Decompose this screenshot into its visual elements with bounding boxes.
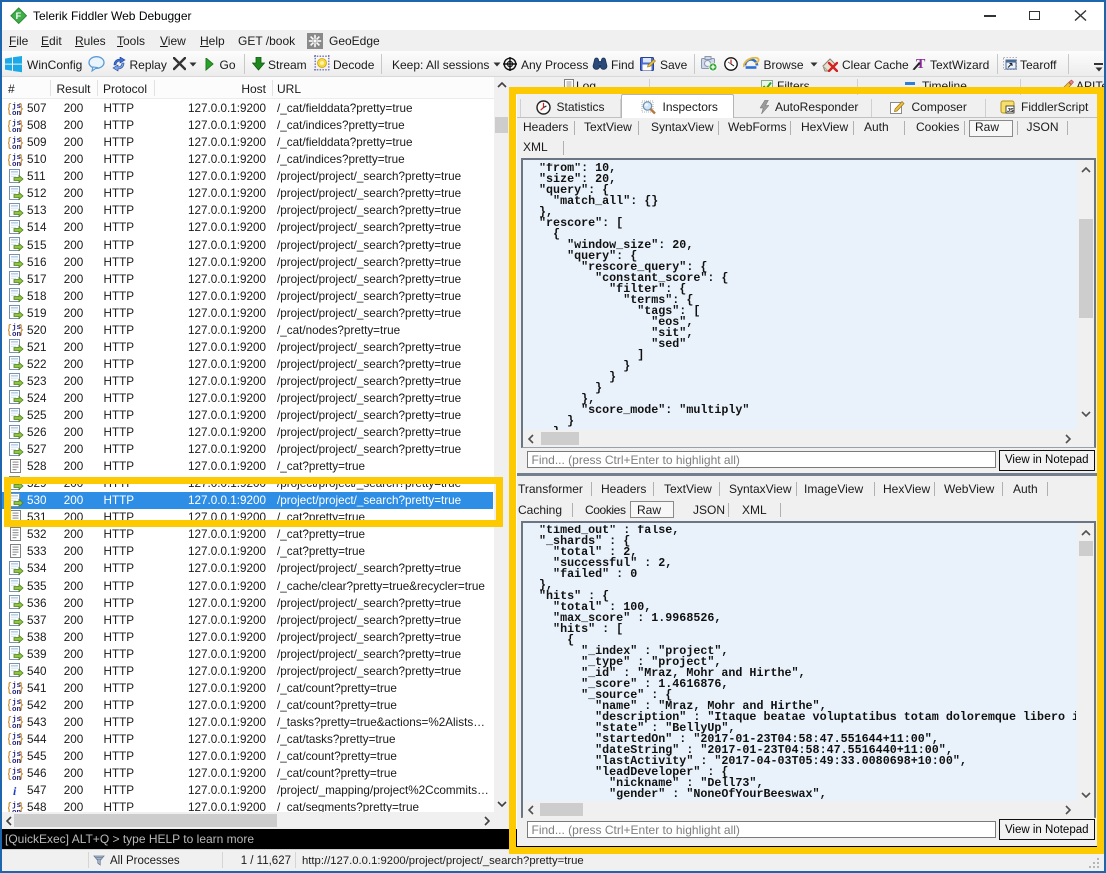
svg-text:on: on xyxy=(12,723,22,729)
svg-text:on: on xyxy=(12,706,22,712)
svg-text:on: on xyxy=(12,331,22,337)
svg-text:on: on xyxy=(12,161,22,167)
svg-text:on: on xyxy=(12,758,22,764)
svg-text:on: on xyxy=(12,144,22,150)
svg-text:on: on xyxy=(12,110,22,116)
svg-text:on: on xyxy=(12,740,22,746)
svg-text:F: F xyxy=(16,11,22,21)
svg-text:on: on xyxy=(12,775,22,781)
svg-text:on: on xyxy=(12,127,22,133)
svg-text:on: on xyxy=(12,689,22,695)
svg-text:i: i xyxy=(13,784,17,798)
